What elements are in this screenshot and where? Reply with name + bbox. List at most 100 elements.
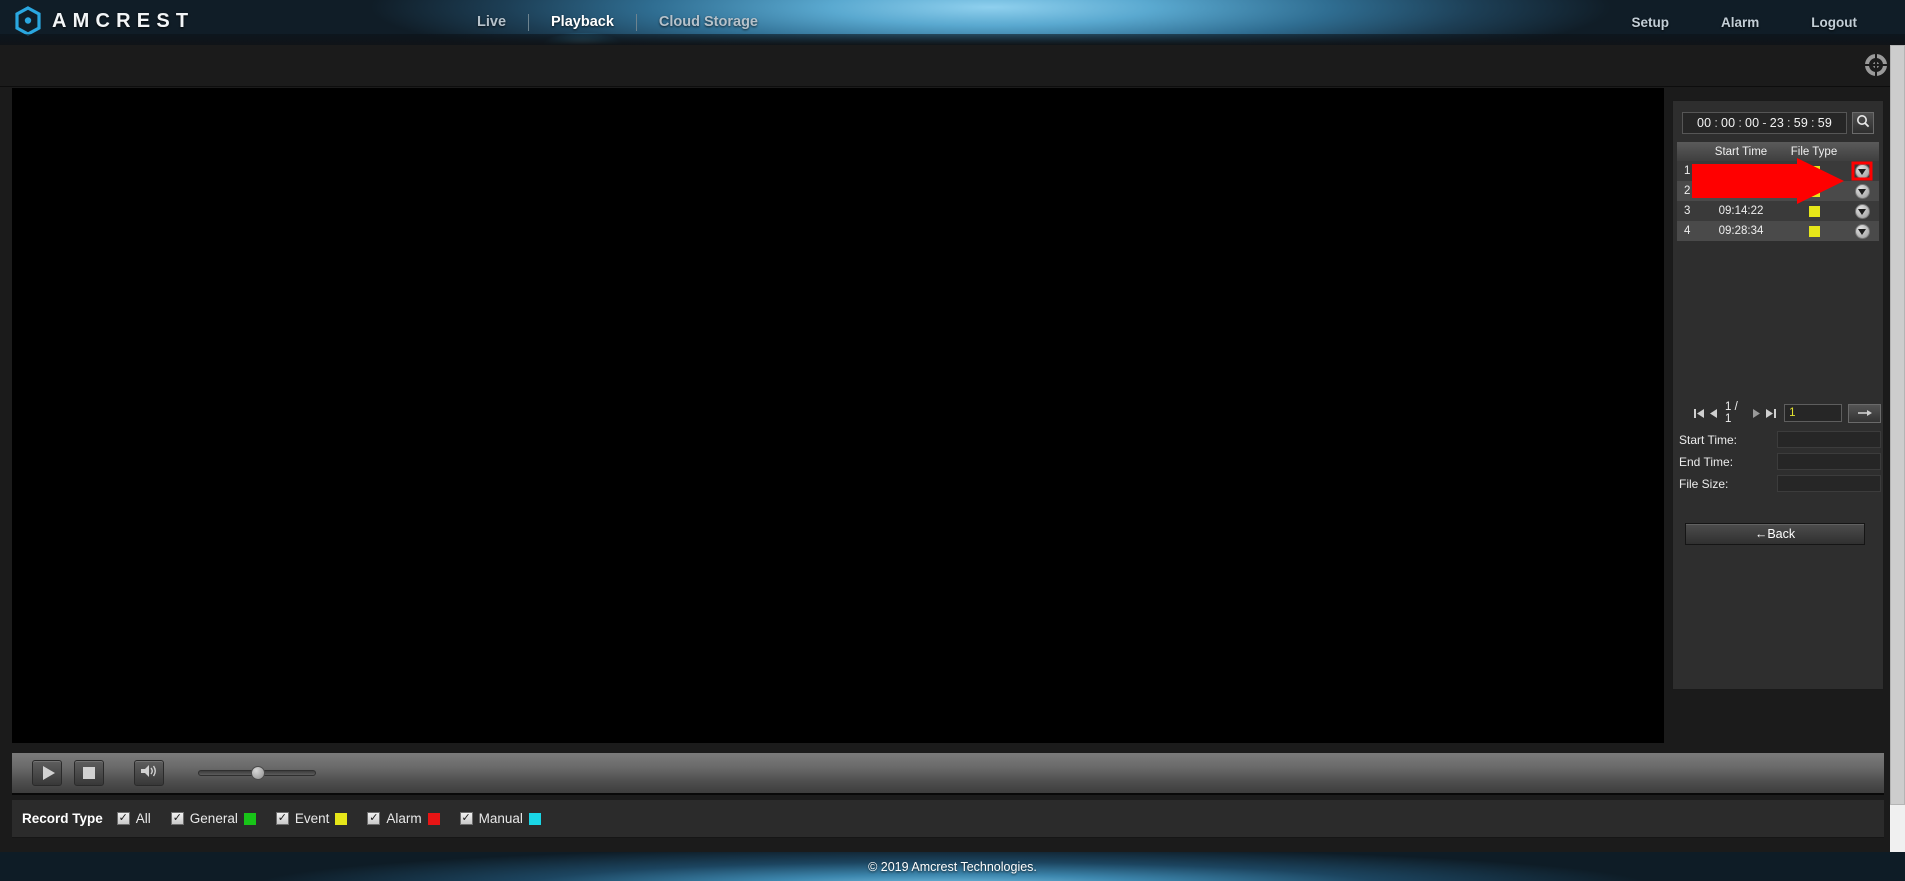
row-index: 4 — [1677, 225, 1699, 237]
file-size-value — [1777, 475, 1881, 492]
record-type-bar: Record Type ✓ All ✓ General ✓ Event ✓ Al… — [12, 800, 1884, 838]
record-type-general-label: General — [190, 811, 238, 826]
file-type-swatch — [1809, 206, 1820, 217]
app-header: AMCREST Live Playback Cloud Storage Setu… — [0, 0, 1905, 45]
info-row-file-size: File Size: — [1677, 473, 1881, 494]
stop-button[interactable] — [74, 760, 104, 786]
page-indicator: 1 / 1 — [1725, 401, 1745, 425]
row-file-type — [1783, 186, 1845, 197]
download-icon[interactable] — [1855, 224, 1870, 239]
record-type-event[interactable]: ✓ Event — [276, 811, 348, 826]
volume-button[interactable] — [134, 760, 164, 786]
checkbox-event[interactable]: ✓ — [276, 812, 289, 825]
start-second-field[interactable]: 00 — [1745, 116, 1759, 130]
annotation-highlight-box — [1852, 162, 1873, 181]
row-index: 3 — [1677, 205, 1699, 217]
row-index: 1 — [1677, 165, 1699, 177]
record-type-general[interactable]: ✓ General — [171, 811, 256, 826]
record-type-event-label: Event — [295, 811, 330, 826]
play-button[interactable] — [32, 760, 62, 786]
swatch-general — [244, 813, 256, 825]
volume-slider[interactable] — [198, 770, 316, 776]
nav-item-alarm[interactable]: Alarm — [1695, 0, 1785, 45]
nav-item-playback[interactable]: Playback — [529, 0, 636, 45]
colon-2: : — [1738, 116, 1742, 130]
swatch-event — [335, 813, 347, 825]
next-page-icon[interactable] — [1751, 407, 1762, 420]
prev-page-icon[interactable] — [1708, 407, 1719, 420]
page-scrollbar[interactable] — [1890, 45, 1905, 852]
time-range-row: 00 : 00 : 00 - 23 : 59 : 59 — [1682, 112, 1874, 134]
scrollbar-thumb[interactable] — [1890, 45, 1905, 805]
amcrest-hex-logo — [14, 6, 42, 36]
table-row[interactable]: 1 — [1677, 161, 1879, 181]
search-icon — [1856, 114, 1870, 133]
row-start-time: 09:28:34 — [1699, 225, 1783, 237]
record-type-alarm[interactable]: ✓ Alarm — [367, 811, 439, 826]
table-header-row: Start Time File Type — [1677, 142, 1879, 161]
end-minute-field[interactable]: 59 — [1794, 116, 1808, 130]
back-button-wrap: ←Back — [1685, 523, 1865, 545]
download-icon[interactable] — [1855, 184, 1870, 199]
sub-toolbar — [0, 45, 1905, 87]
copyright-text: © 2019 Amcrest Technologies. — [868, 860, 1037, 874]
first-page-icon[interactable] — [1693, 407, 1705, 420]
file-info-panel: Start Time: End Time: File Size: — [1677, 429, 1881, 495]
info-row-end-time: End Time: — [1677, 451, 1881, 472]
search-button[interactable] — [1852, 112, 1874, 134]
record-type-label: Record Type — [22, 811, 103, 826]
last-page-icon[interactable] — [1765, 407, 1777, 420]
stop-icon — [83, 767, 95, 779]
volume-slider-handle[interactable] — [251, 766, 265, 780]
row-file-type — [1783, 206, 1845, 217]
lifering-help-icon[interactable] — [1865, 54, 1887, 76]
video-playback-canvas[interactable] — [12, 88, 1664, 743]
nav-item-logout[interactable]: Logout — [1785, 0, 1883, 45]
record-type-all[interactable]: ✓ All — [117, 811, 151, 826]
account-navigation: Setup Alarm Logout — [1605, 0, 1883, 45]
file-size-label: File Size: — [1677, 477, 1777, 491]
start-time-value — [1777, 431, 1881, 448]
record-type-manual[interactable]: ✓ Manual — [460, 811, 541, 826]
row-download-cell[interactable] — [1845, 224, 1879, 239]
end-time-value — [1777, 453, 1881, 470]
table-row[interactable]: 4 09:28:34 — [1677, 221, 1879, 241]
checkbox-all[interactable]: ✓ — [117, 812, 130, 825]
swatch-manual — [529, 813, 541, 825]
start-minute-field[interactable]: 00 — [1721, 116, 1735, 130]
row-download-cell[interactable] — [1845, 164, 1879, 179]
page-number-input[interactable]: 1 — [1784, 404, 1842, 422]
nav-item-cloud-storage[interactable]: Cloud Storage — [637, 0, 780, 45]
time-range-input[interactable]: 00 : 00 : 00 - 23 : 59 : 59 — [1682, 112, 1847, 134]
back-button[interactable]: ←Back — [1685, 523, 1865, 545]
record-type-alarm-label: Alarm — [386, 811, 421, 826]
brand-logo[interactable]: AMCREST — [14, 6, 194, 36]
info-row-start-time: Start Time: — [1677, 429, 1881, 450]
go-to-page-button[interactable] — [1848, 404, 1881, 423]
checkbox-manual[interactable]: ✓ — [460, 812, 473, 825]
file-type-swatch — [1809, 226, 1820, 237]
row-download-cell[interactable] — [1845, 184, 1879, 199]
playback-sidebar: 00 : 00 : 00 - 23 : 59 : 59 Start Time F — [1672, 100, 1884, 690]
end-second-field[interactable]: 59 — [1818, 116, 1832, 130]
colon-4: : — [1811, 116, 1815, 130]
end-time-label: End Time: — [1677, 455, 1777, 469]
row-file-type — [1783, 226, 1845, 237]
download-icon[interactable] — [1855, 204, 1870, 219]
table-row[interactable]: 2 08:49:43 — [1677, 181, 1879, 201]
end-hour-field[interactable]: 23 — [1770, 116, 1784, 130]
start-hour-field[interactable]: 00 — [1697, 116, 1711, 130]
row-download-cell[interactable] — [1845, 204, 1879, 219]
file-type-swatch — [1809, 166, 1820, 177]
brand-name: AMCREST — [52, 10, 194, 33]
checkbox-general[interactable]: ✓ — [171, 812, 184, 825]
checkbox-alarm[interactable]: ✓ — [367, 812, 380, 825]
page-footer: © 2019 Amcrest Technologies. — [0, 852, 1905, 881]
main-navigation: Live Playback Cloud Storage — [455, 0, 780, 45]
nav-item-setup[interactable]: Setup — [1605, 0, 1695, 45]
table-row[interactable]: 3 09:14:22 — [1677, 201, 1879, 221]
file-type-swatch — [1809, 186, 1820, 197]
volume-icon — [140, 763, 158, 784]
nav-item-live[interactable]: Live — [455, 0, 528, 45]
range-dash: - — [1762, 116, 1766, 130]
